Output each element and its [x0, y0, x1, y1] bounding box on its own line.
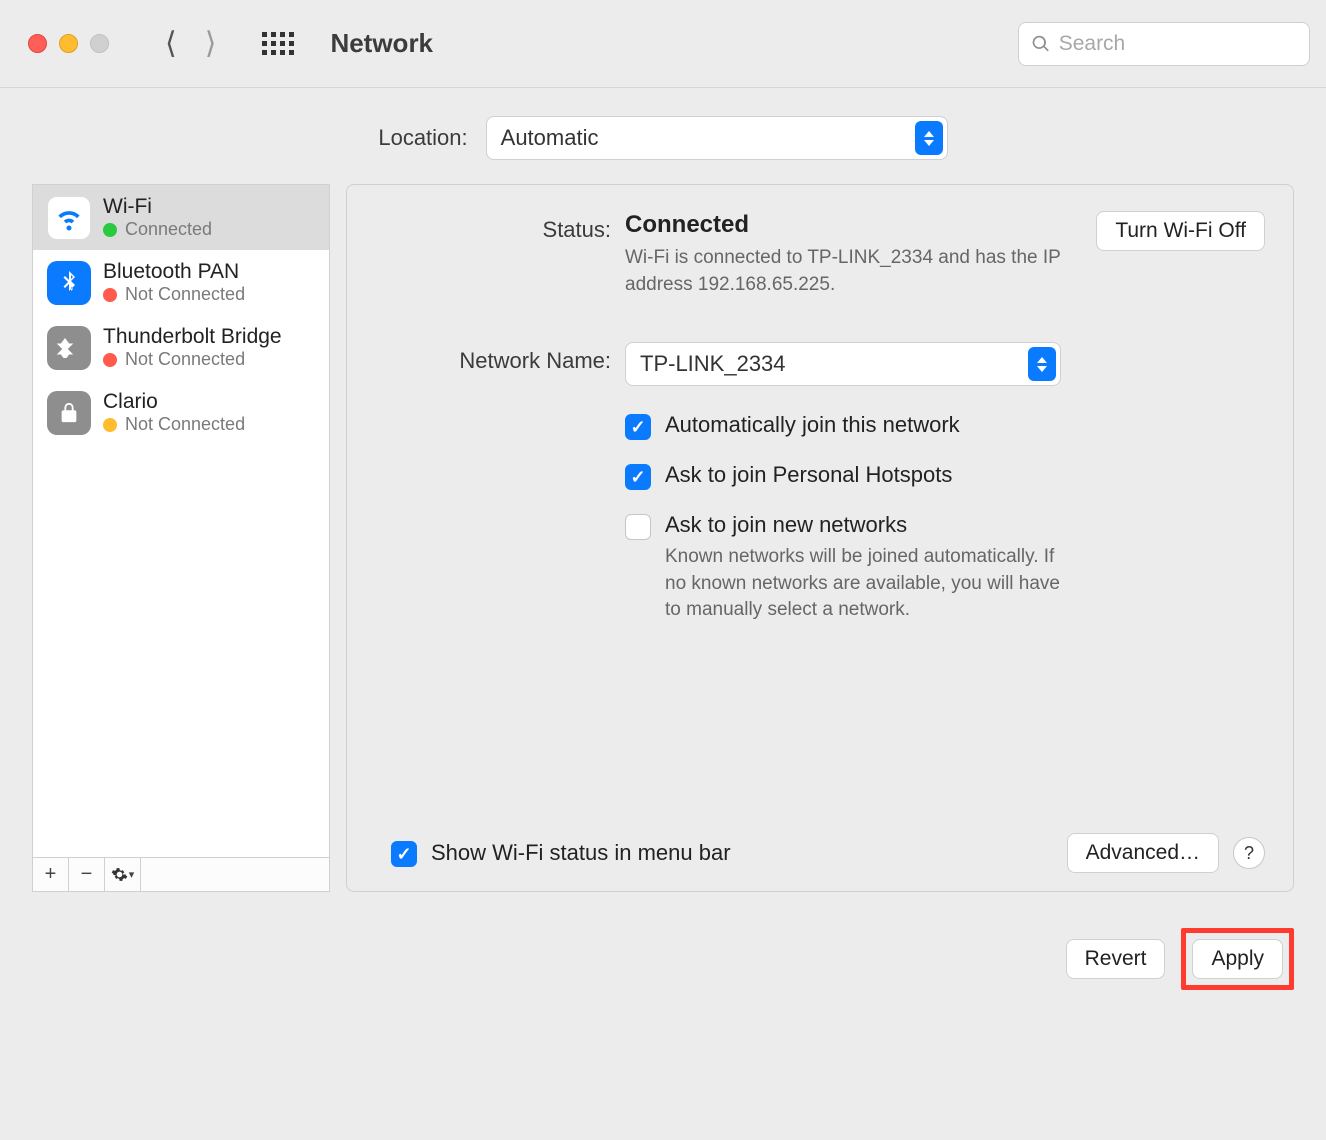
network-name-value: TP-LINK_2334: [640, 351, 786, 377]
ask-new-networks-label: Ask to join new networks: [665, 512, 1075, 538]
revert-button[interactable]: Revert: [1066, 939, 1166, 979]
select-stepper-icon: [915, 121, 943, 155]
window-controls: [28, 34, 109, 53]
location-label: Location:: [378, 125, 467, 151]
status-dot-icon: [103, 288, 117, 302]
close-window-button[interactable]: [28, 34, 47, 53]
service-status: Not Connected: [125, 284, 245, 305]
select-stepper-icon: [1028, 347, 1056, 381]
show-menu-checkbox[interactable]: [391, 841, 417, 867]
lock-icon: [47, 391, 91, 435]
wifi-toggle-button[interactable]: Turn Wi-Fi Off: [1096, 211, 1265, 251]
status-label: Status:: [375, 211, 611, 298]
auto-join-label: Automatically join this network: [665, 412, 960, 438]
zoom-window-button[interactable]: [90, 34, 109, 53]
network-name-select[interactable]: TP-LINK_2334: [625, 342, 1061, 386]
sidebar-footer: + − ▾: [33, 857, 329, 891]
service-wifi[interactable]: Wi-Fi Connected: [33, 185, 329, 250]
help-button[interactable]: ?: [1233, 837, 1265, 869]
status-dot-icon: [103, 223, 117, 237]
service-name: Clario: [103, 390, 245, 414]
back-button[interactable]: ⟨: [165, 26, 177, 61]
remove-service-button[interactable]: −: [69, 858, 105, 891]
show-menu-label: Show Wi-Fi status in menu bar: [431, 840, 731, 866]
bluetooth-icon: [47, 261, 91, 305]
gear-icon: [111, 866, 128, 883]
search-input[interactable]: [1059, 32, 1297, 56]
nav-buttons: ⟨ ⟩: [165, 26, 216, 61]
toolbar: ⟨ ⟩ Network: [0, 0, 1326, 88]
apply-highlight: Apply: [1181, 928, 1294, 990]
minimize-window-button[interactable]: [59, 34, 78, 53]
network-name-label: Network Name:: [375, 342, 611, 386]
show-all-icon[interactable]: [262, 32, 294, 55]
advanced-button[interactable]: Advanced…: [1067, 833, 1219, 873]
apply-button[interactable]: Apply: [1192, 939, 1283, 979]
add-service-button[interactable]: +: [33, 858, 69, 891]
services-list: Wi-Fi Connected Bluetooth PAN Not Connec…: [33, 185, 329, 857]
services-sidebar: Wi-Fi Connected Bluetooth PAN Not Connec…: [32, 184, 330, 892]
service-thunderbolt-bridge[interactable]: Thunderbolt Bridge Not Connected: [33, 315, 329, 380]
service-name: Bluetooth PAN: [103, 260, 245, 284]
service-status: Not Connected: [125, 414, 245, 435]
service-status: Connected: [125, 219, 212, 240]
forward-button[interactable]: ⟩: [205, 26, 217, 61]
service-actions-button[interactable]: ▾: [105, 858, 141, 891]
thunderbolt-icon: [47, 326, 91, 370]
location-select[interactable]: Automatic: [486, 116, 948, 160]
auto-join-checkbox[interactable]: [625, 414, 651, 440]
status-dot-icon: [103, 353, 117, 367]
status-dot-icon: [103, 418, 117, 432]
location-row: Location: Automatic: [0, 88, 1326, 184]
footer: Revert Apply: [0, 892, 1326, 990]
search-icon: [1031, 33, 1051, 55]
ask-new-networks-checkbox[interactable]: [625, 514, 651, 540]
ask-new-networks-description: Known networks will be joined automatica…: [665, 544, 1075, 624]
search-field-wrap[interactable]: [1018, 22, 1310, 66]
chevron-down-icon: ▾: [129, 868, 135, 881]
status-description: Wi-Fi is connected to TP-LINK_2334 and h…: [625, 245, 1065, 298]
page-title: Network: [330, 28, 433, 59]
service-clario[interactable]: Clario Not Connected: [33, 380, 329, 445]
location-select-value: Automatic: [501, 125, 599, 151]
service-name: Thunderbolt Bridge: [103, 325, 282, 349]
detail-panel: Status: Connected Wi-Fi is connected to …: [346, 184, 1294, 892]
service-status: Not Connected: [125, 349, 245, 370]
ask-hotspot-checkbox[interactable]: [625, 464, 651, 490]
ask-hotspot-label: Ask to join Personal Hotspots: [665, 462, 952, 488]
status-value: Connected: [625, 211, 1076, 239]
sidebar-footer-strip: [141, 858, 329, 891]
service-name: Wi-Fi: [103, 195, 212, 219]
wifi-icon: [47, 196, 91, 240]
service-bluetooth-pan[interactable]: Bluetooth PAN Not Connected: [33, 250, 329, 315]
